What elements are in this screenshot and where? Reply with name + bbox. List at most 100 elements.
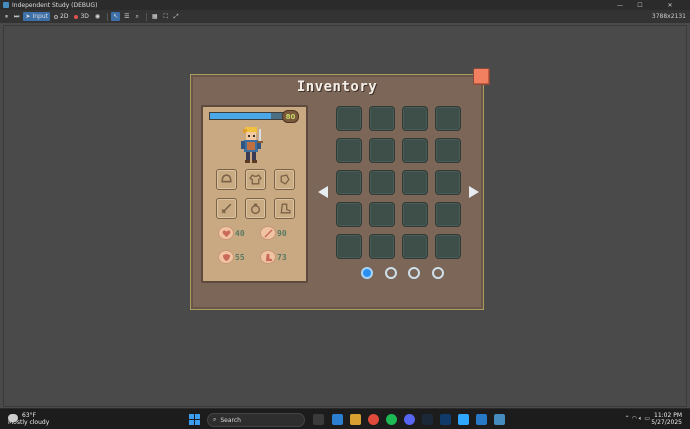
steam-icon[interactable] — [422, 414, 433, 425]
frame-button[interactable]: ⛶ — [162, 12, 170, 21]
battery-icon: ▭ — [644, 415, 650, 422]
boots-slot[interactable] — [274, 198, 295, 219]
weather-widget[interactable]: 63°F Mostly cloudy — [8, 412, 49, 426]
task-view-icon[interactable] — [313, 414, 324, 425]
inventory-slot[interactable] — [435, 106, 461, 131]
stat-defense-value: 55 — [235, 252, 245, 262]
toggle-3d-button[interactable]: 3D — [72, 12, 90, 21]
search-placeholder: Search — [220, 416, 241, 424]
inventory-slot[interactable] — [402, 138, 428, 163]
inventory-slot[interactable] — [369, 234, 395, 259]
inventory-title: Inventory — [296, 79, 378, 95]
fit-button[interactable]: ⤢ — [172, 12, 181, 21]
inventory-slot[interactable] — [336, 234, 362, 259]
inventory-slot[interactable] — [369, 170, 395, 195]
cursor-icon: ↖ — [113, 13, 119, 20]
toggle-2d-button[interactable]: 2D — [52, 12, 70, 21]
weather-temperature: 63°F — [22, 412, 37, 419]
eye-icon: ◉ — [94, 13, 101, 20]
pause-button[interactable]: ⏸ — [3, 12, 10, 21]
helmet-icon — [221, 174, 232, 183]
inventory-slot[interactable] — [435, 170, 461, 195]
zoom-button[interactable]: ⌕ — [134, 12, 141, 21]
speaker-icon: 🔈︎ — [638, 415, 643, 422]
close-window-button[interactable]: ✕ — [660, 0, 680, 10]
chrome-icon[interactable] — [368, 414, 379, 425]
maximize-button[interactable]: ☐ — [630, 0, 650, 10]
inventory-slot[interactable] — [336, 202, 362, 227]
window-title: Independent Study (DEBUG) — [12, 1, 98, 9]
glove-icon — [280, 174, 290, 185]
visual-studio-icon[interactable] — [440, 414, 451, 425]
stat-speed: 73 — [260, 250, 287, 264]
magnifier-icon: ⌕ — [135, 12, 139, 20]
grid-button[interactable]: ▦ — [150, 12, 160, 21]
clock[interactable]: 11:02 PM 5/27/2025 — [651, 412, 682, 426]
inventory-slot[interactable] — [369, 106, 395, 131]
health-bar-fill — [210, 113, 271, 119]
btn-2d-label: 2D — [60, 13, 69, 20]
vscode-icon[interactable] — [476, 414, 487, 425]
record-icon — [74, 14, 79, 19]
system-tray[interactable]: ⌃ ◠ 🔈︎ ▭ — [625, 415, 650, 423]
armor-slot[interactable] — [245, 169, 266, 190]
inventory-slot[interactable] — [369, 138, 395, 163]
toolbar-divider — [145, 12, 147, 21]
inventory-close-button[interactable] — [473, 68, 490, 85]
health-value-badge: 80 — [282, 110, 299, 123]
input-toggle[interactable]: ➤ Input — [23, 12, 50, 21]
page-dot[interactable] — [361, 267, 373, 279]
inventory-slot[interactable] — [435, 202, 461, 227]
page-dot[interactable] — [384, 267, 397, 279]
shield-icon — [218, 250, 234, 264]
inventory-slot[interactable] — [435, 234, 461, 259]
pointer-icon: ➤ — [25, 13, 31, 20]
expand-icon: ⤢ — [173, 12, 179, 20]
wifi-icon: ◠ — [631, 415, 637, 422]
edge-icon[interactable] — [332, 414, 343, 425]
weapon-slot[interactable] — [216, 198, 237, 219]
inventory-slot[interactable] — [336, 106, 362, 131]
inventory-slot[interactable] — [336, 170, 362, 195]
circle-icon — [54, 14, 58, 19]
btn-3d-label: 3D — [80, 13, 89, 20]
page-dot[interactable] — [408, 267, 420, 279]
taskbar-search[interactable]: ⌕ Search — [207, 413, 305, 427]
previous-page-arrow[interactable] — [318, 186, 328, 198]
file-explorer-icon[interactable] — [350, 414, 361, 425]
godot-taskbar-icon[interactable] — [494, 414, 505, 425]
select-tool-button[interactable]: ↖ — [111, 12, 121, 21]
heart-icon — [218, 226, 234, 240]
frame-icon: ⛶ — [163, 12, 168, 20]
search-icon: ⌕ — [213, 416, 217, 423]
stat-speed-value: 73 — [277, 252, 287, 262]
inventory-slot[interactable] — [402, 106, 428, 131]
discord-icon[interactable] — [404, 414, 415, 425]
inventory-slot[interactable] — [336, 138, 362, 163]
ring-slot[interactable] — [245, 198, 266, 219]
photoshop-icon[interactable] — [458, 414, 469, 425]
helmet-slot[interactable] — [216, 169, 237, 190]
list-icon: ☰ — [124, 13, 130, 20]
step-button[interactable]: ⏭ — [12, 12, 21, 21]
health-bar — [209, 112, 285, 120]
cloud-icon — [8, 414, 18, 422]
next-page-arrow[interactable] — [469, 186, 479, 198]
inventory-slot[interactable] — [435, 138, 461, 163]
gloves-slot[interactable] — [274, 169, 295, 190]
inventory-slot[interactable] — [402, 202, 428, 227]
stat-defense: 55 — [218, 250, 245, 264]
camera-override-button[interactable]: ◉ — [93, 12, 102, 21]
inventory-slot[interactable] — [369, 202, 395, 227]
inventory-slot[interactable] — [402, 234, 428, 259]
start-button[interactable] — [189, 414, 200, 425]
boot-stat-icon — [260, 250, 276, 264]
inventory-slot[interactable] — [402, 170, 428, 195]
sword-stat-icon — [260, 226, 276, 240]
minimize-button[interactable]: — — [610, 0, 630, 10]
shirt-icon — [249, 174, 262, 185]
windows-taskbar: 63°F Mostly cloudy ⌕ Search ⌃ ◠ 🔈︎ ▭ 11:… — [0, 408, 690, 429]
page-dot[interactable] — [431, 267, 444, 279]
list-select-button[interactable]: ☰ — [122, 12, 131, 21]
spotify-icon[interactable] — [386, 414, 397, 425]
